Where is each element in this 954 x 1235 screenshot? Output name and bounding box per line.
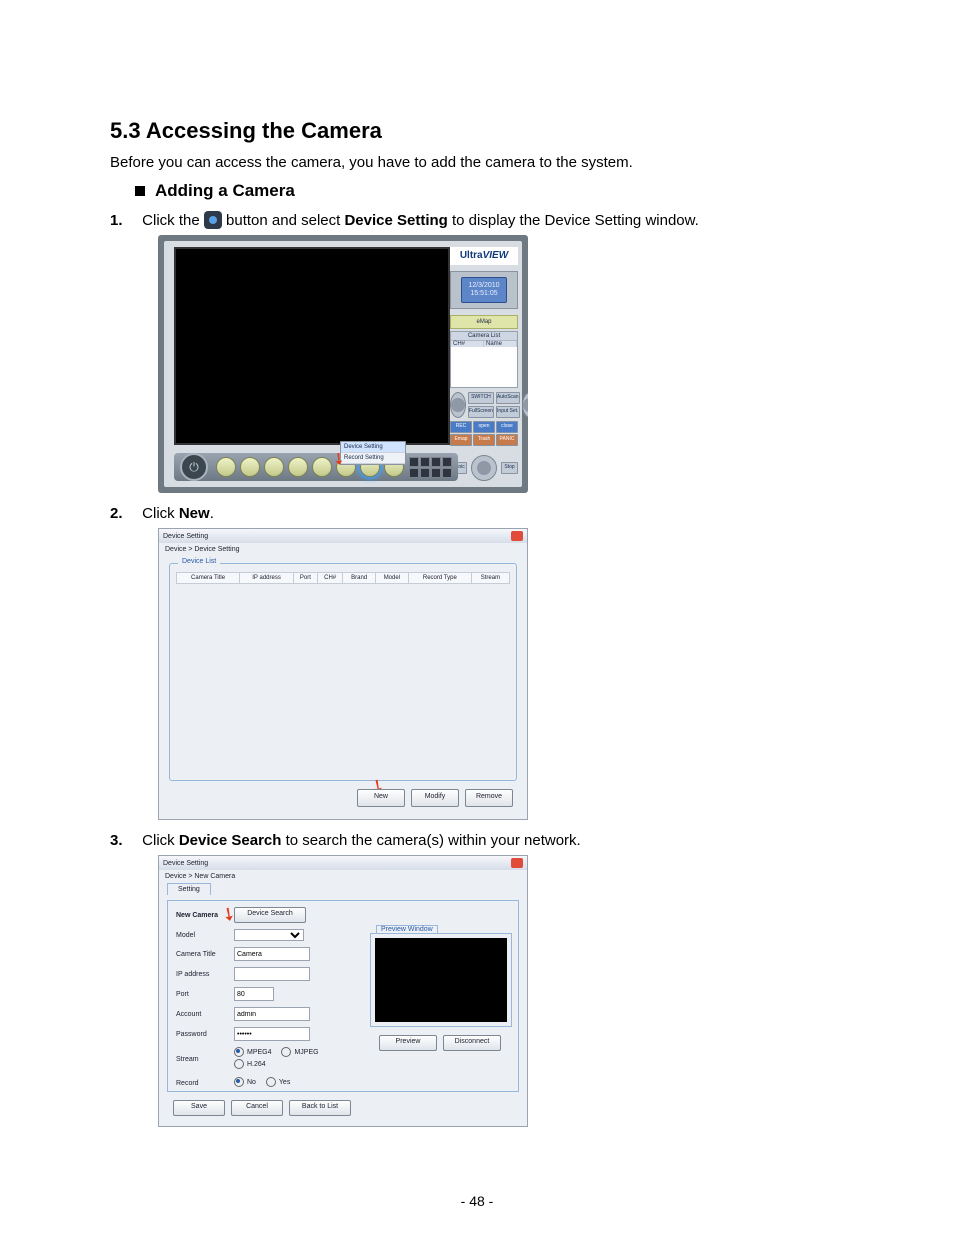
cancel-button[interactable]: Cancel xyxy=(231,1100,283,1116)
close-button[interactable]: close xyxy=(496,421,518,433)
menu-record-setting[interactable]: Record Setting xyxy=(341,453,405,464)
disconnect-button[interactable]: Disconnect xyxy=(443,1035,501,1051)
step-1-bold: Device Setting xyxy=(344,212,447,229)
device-table: Camera TitleIP addressPortCH# BrandModel… xyxy=(176,572,510,584)
close-icon[interactable] xyxy=(511,531,523,541)
model-select[interactable] xyxy=(234,929,304,941)
emap-mini-button[interactable]: Emap xyxy=(450,434,472,446)
step-2-number: 2. xyxy=(110,505,138,522)
section-heading: 5.3 Accessing the Camera xyxy=(110,118,850,144)
menu-device-setting[interactable]: Device Setting xyxy=(341,442,405,453)
fullscreen-button[interactable]: FullScreen xyxy=(468,406,494,418)
main-toolbar xyxy=(174,453,458,481)
back-to-list-button[interactable]: Back to List xyxy=(289,1100,351,1116)
step-3-bold: Device Search xyxy=(179,832,282,849)
stream-mpeg4-radio[interactable]: MPEG4 xyxy=(234,1047,272,1057)
step-3-text-a: Click xyxy=(142,832,179,849)
record-yes-radio[interactable]: Yes xyxy=(266,1077,290,1087)
page-number: - 48 - xyxy=(0,1193,954,1209)
clock-display: 12/3/201015:51:05 xyxy=(461,277,506,304)
ip-label: IP address xyxy=(176,971,234,978)
screenshot-new-camera: Device Setting Device > New Camera Setti… xyxy=(158,855,528,1127)
new-button[interactable]: New xyxy=(357,789,405,807)
record-no-radio[interactable]: No xyxy=(234,1077,256,1087)
step-2-bold: New xyxy=(179,505,210,522)
device-search-button[interactable]: Device Search xyxy=(234,907,306,923)
toolbar-button-play[interactable] xyxy=(264,457,284,477)
device-list-legend: Device List xyxy=(178,558,220,565)
toolbar-button-2[interactable] xyxy=(240,457,260,477)
step-1-text-b: button and select xyxy=(226,212,344,229)
autoscan-button[interactable]: AutoScan xyxy=(496,392,520,404)
password-input[interactable] xyxy=(234,1027,310,1041)
record-label: Record xyxy=(176,1080,234,1087)
breadcrumb: Device > Device Setting xyxy=(159,543,527,556)
video-area xyxy=(174,247,450,445)
bullet-square-icon xyxy=(135,186,145,196)
step-1-number: 1. xyxy=(110,212,138,229)
intro-text: Before you can access the camera, you ha… xyxy=(110,154,850,171)
preview-window-label: Preview Window xyxy=(376,925,438,933)
modify-button[interactable]: Modify xyxy=(411,789,459,807)
settings-popup-menu: Device Setting Record Setting xyxy=(340,441,406,465)
open-button[interactable]: open xyxy=(473,421,495,433)
subheading: Adding a Camera xyxy=(155,181,295,201)
camera-list: Camera List CH#Name xyxy=(450,331,518,388)
toolbar-button-4[interactable] xyxy=(288,457,308,477)
lock-icon[interactable] xyxy=(471,455,497,481)
step-1-text-a: Click the xyxy=(142,212,204,229)
account-label: Account xyxy=(176,1011,234,1018)
window-title: Device Setting xyxy=(163,860,208,867)
settings-gear-icon xyxy=(204,211,222,229)
preview-window xyxy=(370,933,512,1027)
switch-button[interactable]: SWITCH xyxy=(468,392,494,404)
stream-h264-radio[interactable]: H.264 xyxy=(234,1059,266,1069)
camera-title-label: Camera Title xyxy=(176,951,234,958)
nav-left-icon[interactable] xyxy=(450,392,466,418)
stream-mjpeg-radio[interactable]: MJPEG xyxy=(281,1047,318,1057)
step-2-text-b: . xyxy=(210,505,214,522)
port-input[interactable] xyxy=(234,987,274,1001)
port-label: Port xyxy=(176,991,234,998)
trash-button[interactable]: Trash xyxy=(473,434,495,446)
emap-button[interactable]: eMap xyxy=(450,315,518,329)
screenshot-ultraview: UltraVIEW 12/3/201015:51:05 eMap Camera … xyxy=(158,235,528,493)
account-input[interactable] xyxy=(234,1007,310,1021)
screenshot-device-setting: Device Setting Device > Device Setting D… xyxy=(158,528,528,820)
nav-right-icon[interactable] xyxy=(522,392,528,418)
save-button[interactable]: Save xyxy=(173,1100,225,1116)
remove-button[interactable]: Remove xyxy=(465,789,513,807)
inputset-button[interactable]: Input Set. xyxy=(496,406,520,418)
toolbar-button-1[interactable] xyxy=(216,457,236,477)
model-label: Model xyxy=(176,932,234,939)
ip-input[interactable] xyxy=(234,967,310,981)
brand-logo: UltraVIEW xyxy=(450,247,518,265)
stop-button[interactable]: Stop xyxy=(501,462,518,474)
camera-title-input[interactable] xyxy=(234,947,310,961)
step-3-number: 3. xyxy=(110,832,138,849)
password-label: Password xyxy=(176,1031,234,1038)
step-2-text-a: Click xyxy=(142,505,179,522)
tab-setting[interactable]: Setting xyxy=(167,883,211,895)
layout-grid-icons[interactable] xyxy=(409,457,452,478)
step-1-text-c: to display the Device Setting window. xyxy=(452,212,699,229)
panic-mini-button[interactable]: PANIC xyxy=(496,434,518,446)
window-title: Device Setting xyxy=(163,533,208,540)
step-3-text-b: to search the camera(s) within your netw… xyxy=(286,832,581,849)
close-icon[interactable] xyxy=(511,858,523,868)
breadcrumb: Device > New Camera xyxy=(159,870,527,883)
stream-label: Stream xyxy=(176,1056,234,1063)
rec-button[interactable]: REC xyxy=(450,421,472,433)
power-icon[interactable] xyxy=(180,453,208,481)
preview-button[interactable]: Preview xyxy=(379,1035,437,1051)
